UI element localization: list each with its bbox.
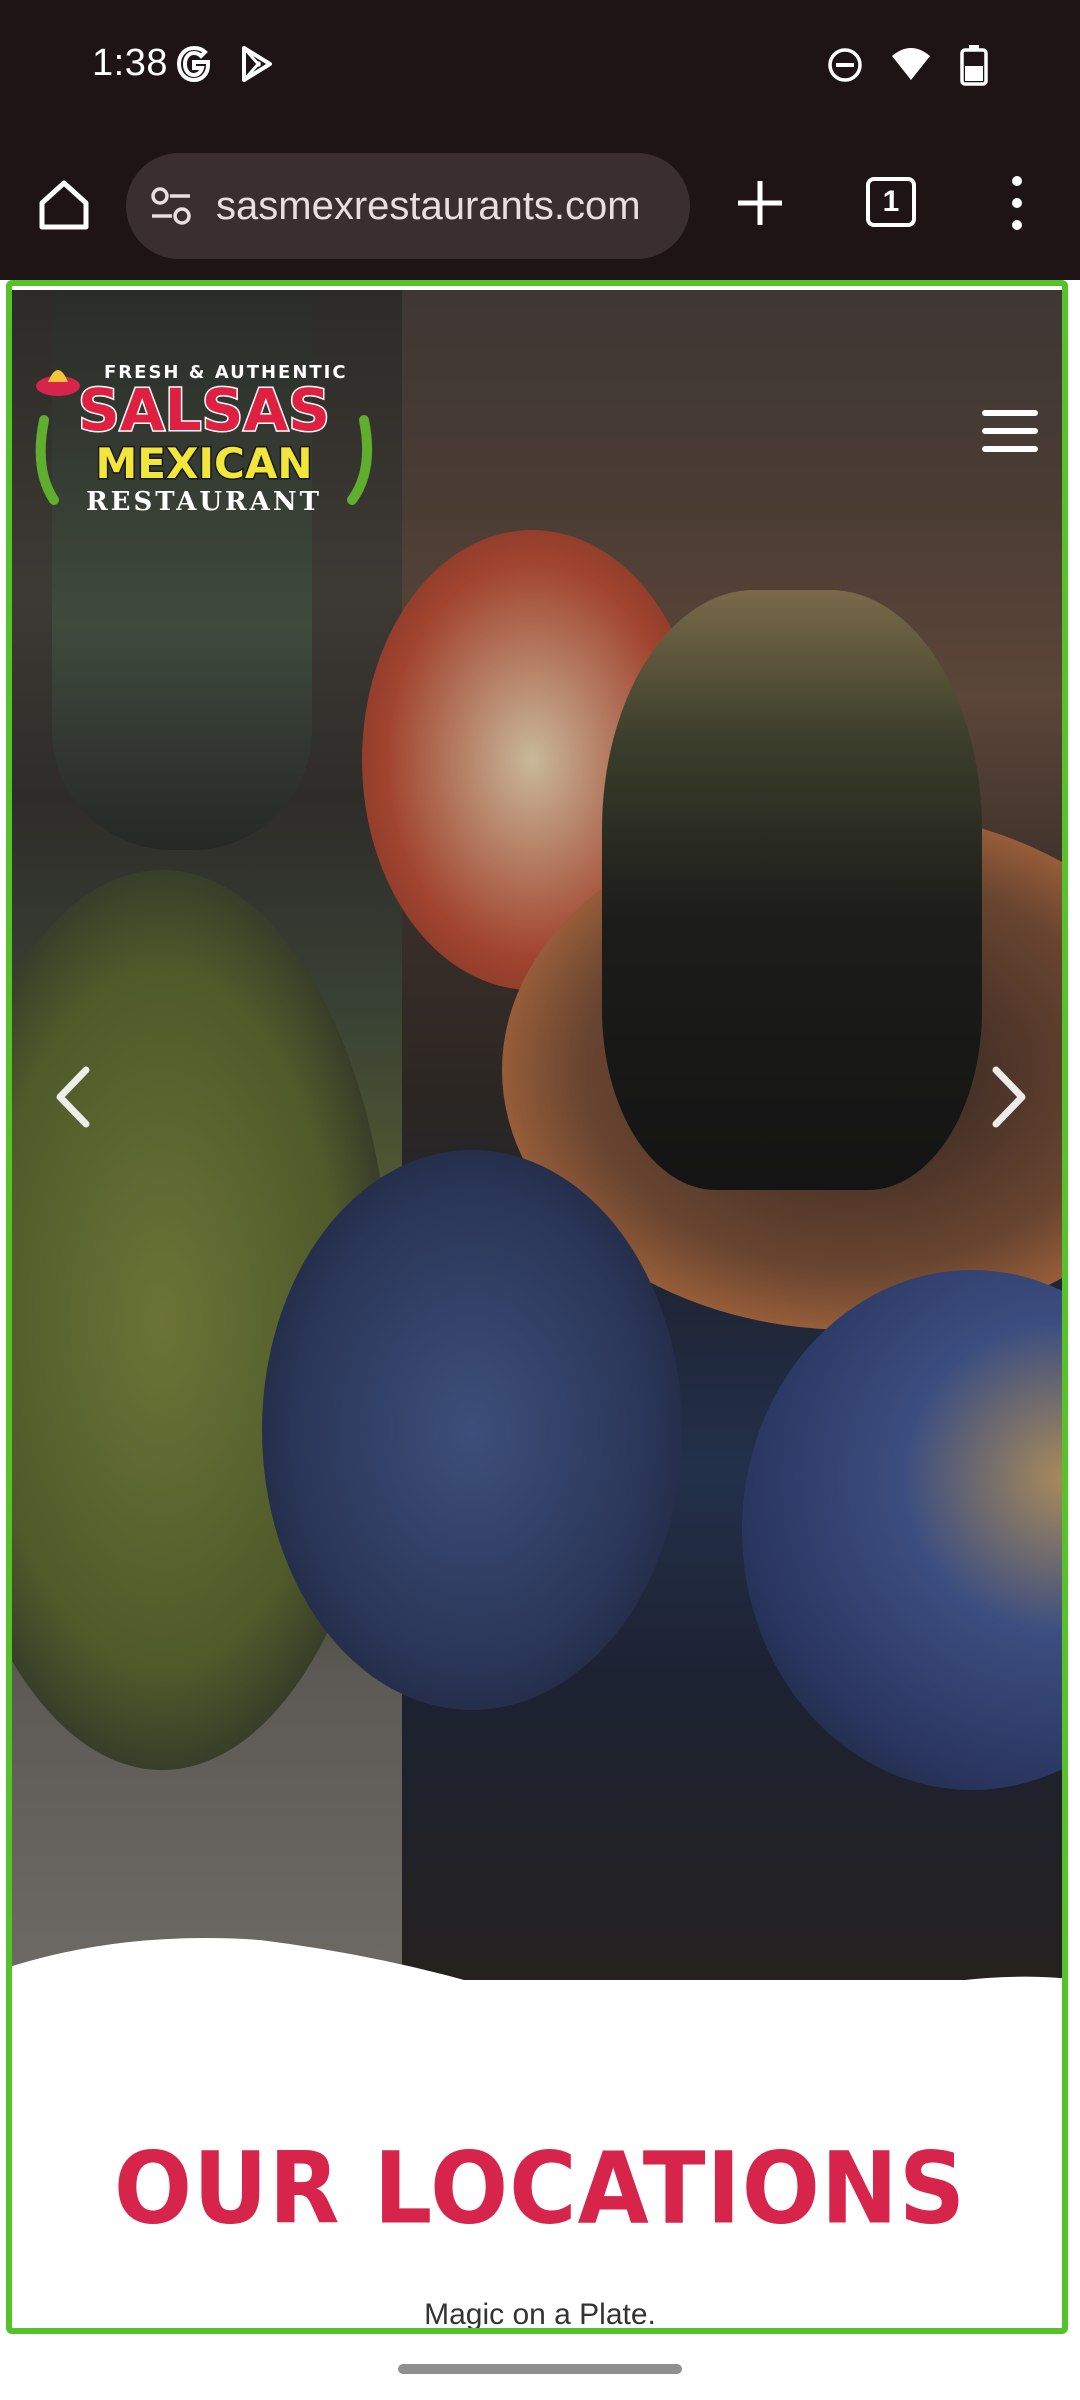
hamburger-menu-icon[interactable] [982,410,1038,456]
battery-icon [958,44,990,91]
wifi-icon [890,46,932,89]
locations-title: OUR LOCATIONS [113,2130,967,2247]
hero-slider[interactable]: FRESH & AUTHENTIC SALSAS MEXICAN RESTAUR… [12,290,1068,1980]
status-left-icons [174,44,276,89]
slide-image-molcajete [262,290,1068,1980]
logo-mexican: MEXICAN [96,439,313,488]
slide-image-enchiladas [12,290,402,1980]
molcajete [602,590,982,1190]
google-icon [174,44,214,89]
navigation-gesture-area [0,2340,1080,2400]
new-tab-icon[interactable] [730,173,790,233]
home-icon[interactable] [34,175,94,235]
site-settings-icon[interactable] [148,183,194,229]
home-gesture-pill[interactable] [398,2364,682,2374]
status-bar: 1:38 [0,0,1080,135]
play-store-icon [236,44,276,89]
wave-divider [0,1938,1080,2020]
logo-restaurant: RESTAURANT [86,487,322,517]
chevron-right-icon[interactable] [988,1062,1032,1132]
tab-count: 1 [866,177,916,227]
url-text[interactable]: sasmexrestaurants.com [216,184,676,229]
tab-switcher-button[interactable]: 1 [862,173,920,231]
chevron-left-icon[interactable] [50,1062,94,1132]
web-page: FRESH & AUTHENTIC SALSAS MEXICAN RESTAUR… [0,280,1080,2340]
do-not-disturb-icon [826,46,864,89]
blue-plate-right [742,1270,1068,1790]
logo-brand: SALSAS [78,376,330,444]
browser-toolbar: sasmexrestaurants.com 1 [0,135,1080,280]
address-bar[interactable]: sasmexrestaurants.com [126,153,690,259]
status-time: 1:38 [92,42,168,84]
locations-subtitle: Magic on a Plate. [424,2298,656,2331]
restaurant-logo[interactable]: FRESH & AUTHENTIC SALSAS MEXICAN RESTAUR… [34,350,374,520]
status-right-icons [826,44,990,91]
blue-plate-left [262,1150,682,1710]
more-menu-icon[interactable] [1000,171,1034,235]
